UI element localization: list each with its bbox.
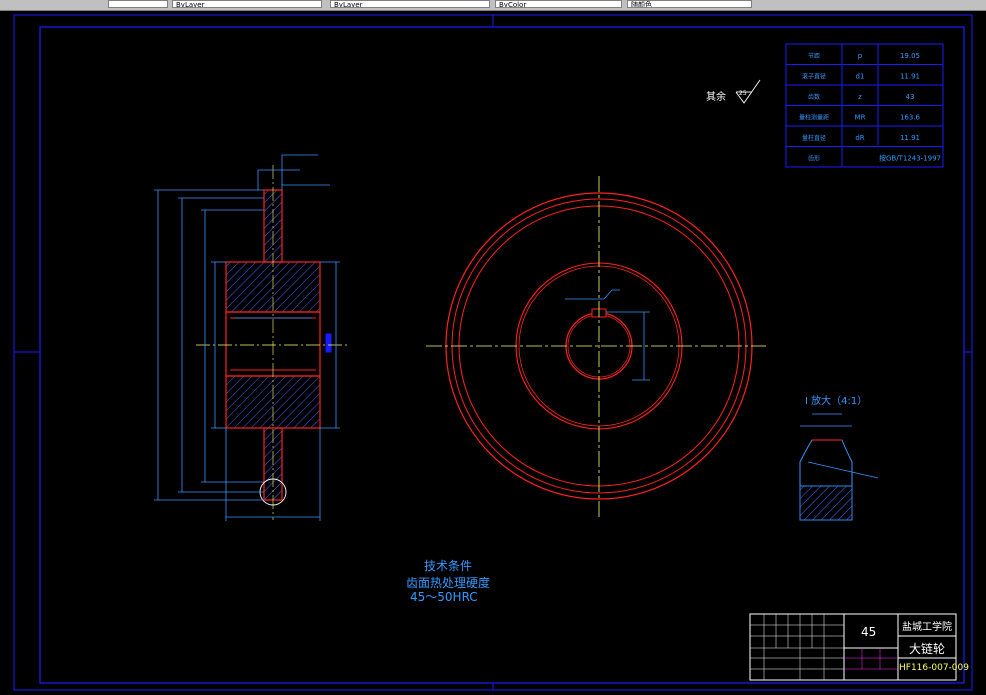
front-view bbox=[426, 176, 766, 520]
param-value: 163.6 bbox=[900, 114, 921, 122]
roughness-symbol: 25 bbox=[735, 79, 761, 104]
detail-hatch bbox=[799, 485, 853, 521]
linetype-dropdown[interactable]: ByLayer bbox=[172, 0, 322, 8]
param-name: 节距 bbox=[808, 52, 820, 60]
drawing-number: HF116-007-009 bbox=[899, 663, 969, 673]
param-value: 11.91 bbox=[900, 73, 920, 81]
param-name: 量柱直径 bbox=[802, 134, 826, 142]
detail-title: I 放大（4:1） bbox=[805, 394, 867, 407]
param-name: 量柱测量距 bbox=[799, 114, 829, 122]
keyway bbox=[325, 333, 332, 353]
color-dropdown[interactable]: 随颜色 bbox=[627, 0, 752, 8]
layer-dropdown[interactable] bbox=[108, 0, 168, 8]
lineweight-dropdown[interactable]: ByLayer bbox=[330, 0, 490, 8]
material-text: 45 bbox=[861, 625, 876, 639]
param-value: 按GB/T1243-1997 bbox=[879, 154, 941, 163]
drawing-canvas[interactable]: 节距 p 19.05 滚子直径 d1 11.91 齿数 z 43 量柱测量距 MR 163.6 量柱直径… bbox=[0, 10, 986, 695]
param-symbol: MR bbox=[855, 114, 866, 122]
part-name: 大链轮 bbox=[909, 641, 945, 656]
param-name: 齿数 bbox=[808, 93, 820, 101]
tech-line1: 齿面热处理硬度 bbox=[406, 575, 490, 590]
param-value: 43 bbox=[906, 93, 915, 101]
school-name: 盐城工学院 bbox=[902, 620, 952, 633]
plotstyle-dropdown[interactable]: ByColor bbox=[495, 0, 622, 8]
roughness-note: 其余 bbox=[706, 90, 726, 103]
parameter-table: 节距 p 19.05 滚子直径 d1 11.91 齿数 z 43 量柱测量距 MR 163.6 量柱直径… bbox=[785, 43, 944, 168]
param-value: 11.91 bbox=[900, 134, 920, 142]
svg-text:25: 25 bbox=[739, 90, 747, 97]
front-dimensions bbox=[565, 289, 650, 381]
tech-line2: 45～50HRC bbox=[410, 590, 478, 604]
section-view bbox=[196, 165, 350, 520]
param-name: 齿形 bbox=[808, 155, 820, 163]
tech-title: 技术条件 bbox=[424, 559, 472, 573]
param-symbol: dR bbox=[855, 134, 864, 142]
param-symbol: z bbox=[858, 93, 862, 101]
param-value: 19.05 bbox=[900, 52, 920, 60]
param-symbol: d1 bbox=[856, 73, 865, 81]
detail-view bbox=[799, 413, 879, 521]
section-dimensions bbox=[154, 154, 340, 521]
param-symbol: p bbox=[858, 52, 863, 60]
detail-tooth-profile bbox=[799, 439, 853, 486]
param-name: 滚子直径 bbox=[802, 73, 826, 81]
inner-frame bbox=[39, 26, 965, 684]
